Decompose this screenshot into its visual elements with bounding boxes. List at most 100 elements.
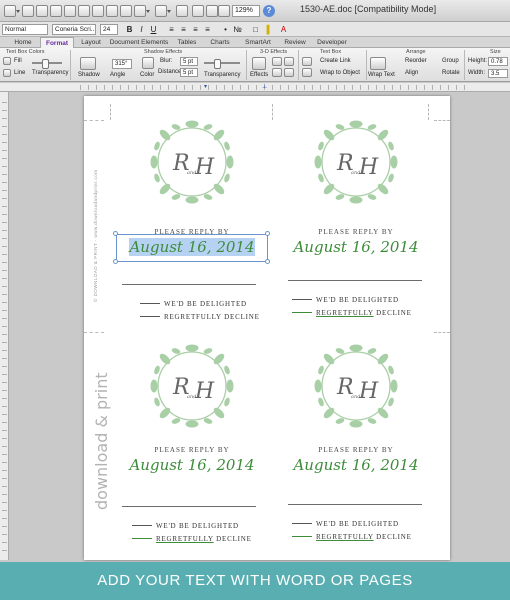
group-button[interactable]: Group (442, 58, 459, 64)
banner-caption: ADD YOUR TEXT WITH WORD OR PAGES (97, 572, 413, 589)
toolbox-icon[interactable] (218, 5, 230, 17)
tilt-left-icon[interactable] (272, 68, 282, 77)
font-size-select[interactable]: 24 (100, 24, 118, 35)
font-select[interactable]: Coneria Scri... (52, 24, 96, 35)
print-icon[interactable] (78, 5, 90, 17)
reply-date-text[interactable]: August 16, 2014 (276, 456, 436, 474)
tab-charts[interactable]: Charts (204, 37, 236, 48)
tilt-right-icon[interactable] (284, 68, 294, 77)
shadow-transparency-slider[interactable] (204, 59, 240, 69)
save-icon[interactable] (64, 5, 76, 17)
shadow-icon[interactable] (80, 57, 96, 70)
tab-review[interactable]: Review (280, 37, 310, 48)
resize-handle[interactable] (265, 231, 270, 236)
tab-smartart[interactable]: SmartArt (238, 37, 278, 48)
tab-developer[interactable]: Developer (312, 37, 352, 48)
underline-icon[interactable]: U (148, 24, 159, 35)
accept-label: WE'D BE DELIGHTED (316, 296, 399, 304)
reply-date-text[interactable]: August 16, 2014 (112, 456, 272, 474)
indent-marker-icon[interactable]: ▾ (204, 83, 207, 92)
line-icon[interactable] (3, 69, 11, 77)
font-color-icon[interactable]: A (278, 24, 289, 35)
group-title-shadow-effects: Shadow Effects (144, 49, 183, 55)
rotate-button[interactable]: Rotate (442, 70, 460, 76)
accept-label: WE'D BE DELIGHTED (316, 520, 399, 528)
bold-icon[interactable]: B (124, 24, 135, 35)
tilt-up-icon[interactable] (272, 57, 282, 66)
borders-icon[interactable]: □ (250, 24, 261, 35)
crop-mark (434, 120, 450, 122)
width-field[interactable]: 3.5 (488, 69, 508, 78)
vertical-ruler[interactable] (0, 92, 9, 560)
align-button[interactable]: Align (405, 70, 418, 76)
paragraph-marks-icon[interactable] (176, 5, 188, 17)
bullets-icon[interactable]: • (220, 24, 231, 35)
create-link-button[interactable]: Create Link (320, 58, 351, 64)
resize-handle[interactable] (113, 231, 118, 236)
checkbox-line[interactable] (132, 538, 152, 539)
resize-handle[interactable] (113, 259, 118, 264)
copy-icon[interactable] (106, 5, 118, 17)
tab-format[interactable]: Format (40, 37, 74, 48)
accept-option: WE'D BE DELIGHTED (292, 296, 399, 304)
text-align-icon[interactable] (302, 68, 312, 77)
help-icon[interactable]: ? (263, 5, 275, 17)
italic-icon[interactable]: I (136, 24, 147, 35)
text-box-selection[interactable] (116, 234, 268, 262)
tab-home[interactable]: Home (8, 37, 38, 48)
gallery-icon[interactable] (206, 5, 218, 17)
divider-line (122, 284, 256, 285)
distance-field[interactable]: 5 pt (180, 68, 198, 77)
open-icon[interactable] (50, 5, 62, 17)
reorder-button[interactable]: Reorder (405, 58, 427, 64)
checkbox-line[interactable] (140, 303, 160, 304)
accept-option: WE'D BE DELIGHTED (140, 300, 247, 308)
align-center-icon[interactable]: ≡ (178, 24, 189, 35)
wrap-to-object-button[interactable]: Wrap to Object (320, 70, 360, 76)
checkbox-line[interactable] (292, 523, 312, 524)
text-direction-icon[interactable] (302, 57, 312, 66)
checkbox-line[interactable] (132, 525, 152, 526)
templates-icon[interactable] (36, 5, 48, 17)
group-title-text-box: Text Box (320, 49, 342, 55)
effects-icon[interactable] (252, 57, 266, 70)
sidebar-icon[interactable] (192, 5, 204, 17)
tab-layout[interactable]: Layout (76, 37, 106, 48)
word-menu-icon[interactable] (4, 5, 20, 17)
justify-icon[interactable]: ≡ (202, 24, 213, 35)
tab-stop-icon[interactable]: ⊥ (262, 83, 267, 92)
tilt-down-icon[interactable] (284, 57, 294, 66)
wrap-text-icon[interactable] (370, 57, 386, 70)
height-field[interactable]: 0.78 (488, 57, 508, 66)
redo-icon[interactable] (155, 5, 171, 17)
fill-icon[interactable] (3, 57, 11, 65)
horizontal-ruler[interactable]: ▾ ⊥ (0, 83, 510, 92)
checkbox-line[interactable] (292, 299, 312, 300)
fill-label: Fill (14, 58, 22, 64)
reply-date-text[interactable]: August 16, 2014 (276, 238, 436, 256)
undo-icon[interactable] (134, 5, 150, 17)
checkbox-line[interactable] (140, 316, 160, 317)
style-select[interactable]: Normal (2, 24, 48, 35)
checkbox-line[interactable] (292, 536, 312, 537)
document-page[interactable]: © DOWNLOAD & PRINT · www.downloadandprin… (84, 96, 450, 560)
checkbox-line[interactable] (292, 312, 312, 313)
numbering-icon[interactable]: № (232, 24, 243, 35)
ruler-ticks (2, 102, 7, 552)
tab-document-elements[interactable]: Document Elements (108, 37, 170, 48)
align-right-icon[interactable]: ≡ (190, 24, 201, 35)
group-divider (246, 50, 247, 80)
angle-field[interactable]: 315° (112, 59, 132, 69)
align-left-icon[interactable]: ≡ (166, 24, 177, 35)
transparency-label: Transparency (32, 70, 69, 76)
cut-icon[interactable] (92, 5, 104, 17)
zoom-field[interactable]: 129% (232, 5, 260, 17)
new-document-icon[interactable] (22, 5, 34, 17)
fill-transparency-slider[interactable] (32, 59, 62, 69)
shadow-color-icon[interactable] (142, 57, 154, 69)
blur-field[interactable]: 5 pt (180, 57, 198, 66)
paste-icon[interactable] (120, 5, 132, 17)
tab-tables[interactable]: Tables (172, 37, 202, 48)
resize-handle[interactable] (265, 259, 270, 264)
highlight-icon[interactable]: ▌ (264, 24, 275, 35)
